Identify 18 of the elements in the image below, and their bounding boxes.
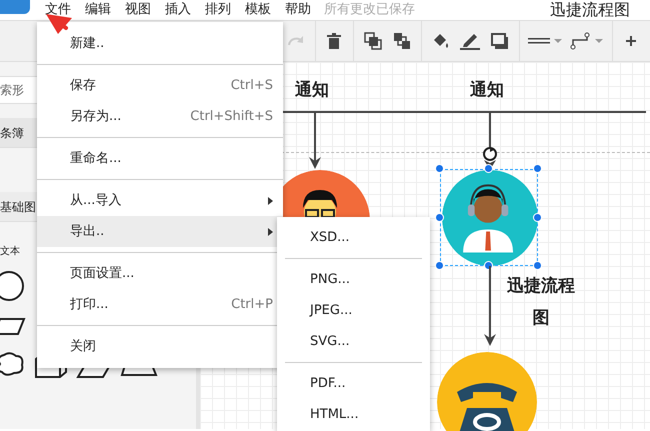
text-shape-label: 文本 [0, 244, 21, 259]
shortcut-text: Ctrl+S [230, 76, 273, 95]
menu-item-label: 关闭 [70, 338, 96, 356]
menu-item-label: 打印... [70, 296, 108, 314]
menu-item-label: 另存为... [70, 108, 122, 126]
menu-item-label: 新建.. [70, 34, 104, 53]
shortcut-text: Ctrl+P [231, 296, 273, 314]
node-label: 迅捷流程图 [506, 275, 576, 330]
document-title: 迅捷流程图 [550, 1, 630, 19]
menu-item-label: 页面设置... [70, 264, 134, 283]
menu-item-label: 导出.. [70, 222, 104, 241]
menu-item-label: 从...导入 [70, 192, 122, 210]
menu-item-label: 重命名... [70, 150, 122, 168]
shortcut-text: Ctrl+Shift+S [190, 108, 273, 126]
save-status: 所有更改已保存 [323, 1, 415, 20]
menu-item-label: 保存 [70, 76, 96, 95]
column-header: 通知 [470, 79, 504, 102]
column-header: 通知 [295, 79, 329, 102]
